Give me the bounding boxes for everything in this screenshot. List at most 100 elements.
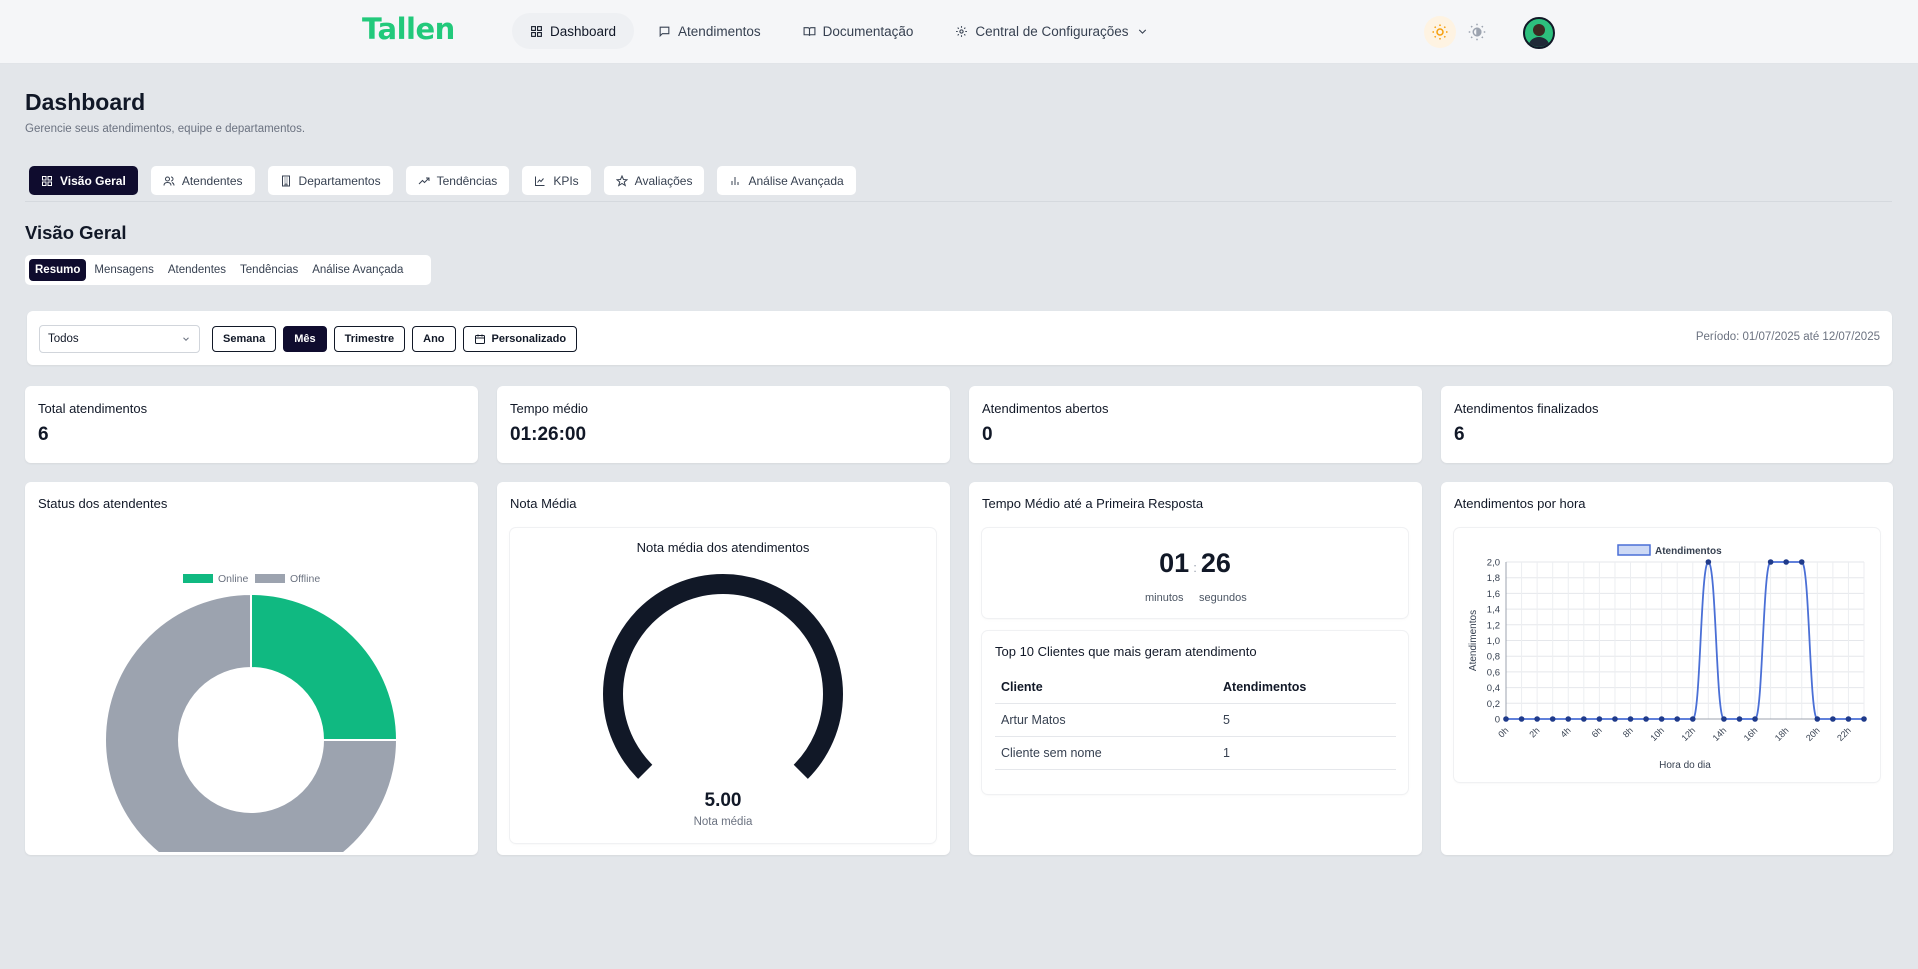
- data-point: [1736, 716, 1743, 722]
- subtab-tendencias[interactable]: Tendências: [234, 259, 304, 281]
- tempo-separator: :: [1193, 560, 1197, 575]
- stat-card-tempo-medio: Tempo médio 01:26:00: [497, 386, 950, 463]
- subtab-atendentes[interactable]: Atendentes: [162, 259, 232, 281]
- seconds-label: segundos: [1199, 592, 1247, 604]
- subtab-mensagens[interactable]: Mensagens: [88, 259, 159, 281]
- chevron-down-icon: [1138, 28, 1146, 34]
- section-title: Visão Geral: [25, 222, 127, 243]
- subtab-resumo[interactable]: Resumo: [29, 259, 87, 281]
- tempo-seconds: 26: [1200, 548, 1231, 578]
- nav-documentacao[interactable]: Documentação: [785, 13, 932, 49]
- period-mes-button[interactable]: Mês: [283, 326, 327, 352]
- y-tick-label: 0,8: [1487, 652, 1500, 663]
- top-clientes-title: Top 10 Clientes que mais geram atendimen…: [995, 644, 1257, 659]
- tab-label: Visão Geral: [60, 173, 126, 188]
- contrast-icon: [1468, 23, 1486, 41]
- period-range-text: Período: 01/07/2025 até 12/07/2025: [1695, 331, 1880, 343]
- data-point: [1674, 716, 1681, 722]
- stat-card-finalizados: Atendimentos finalizados 6: [1441, 386, 1893, 463]
- grid-icon: [42, 175, 52, 186]
- barchart-icon: [731, 176, 739, 185]
- main-nav: Dashboard Atendimentos Documentação Cent…: [512, 13, 1167, 49]
- subtab-analise-avancada[interactable]: Análise Avançada: [306, 259, 409, 281]
- tab-kpis[interactable]: KPIs: [522, 166, 591, 195]
- atendimentos-cell: 5: [1217, 703, 1396, 737]
- gauge-arc: [603, 574, 843, 779]
- nav-label: Atendimentos: [678, 23, 761, 39]
- dashboard-tabs: Visão Geral Atendentes Departamentos Ten…: [29, 166, 856, 195]
- stat-card-abertos: Atendimentos abertos 0: [969, 386, 1422, 463]
- brand-logo[interactable]: Tallen: [362, 12, 455, 46]
- top-clientes-panel: Top 10 Clientes que mais geram atendimen…: [982, 631, 1408, 794]
- data-point: [1798, 559, 1805, 565]
- data-point: [1643, 716, 1649, 722]
- data-point: [1627, 716, 1634, 722]
- data-point: [1767, 559, 1774, 565]
- nav-label: Dashboard: [550, 23, 617, 39]
- tab-label: Departamentos: [298, 173, 381, 188]
- y-tick-label: 1,4: [1487, 605, 1500, 616]
- nav-dashboard[interactable]: Dashboard: [512, 13, 635, 49]
- tempo-resposta-card: Tempo Médio até a Primeira Resposta 01:2…: [969, 482, 1422, 855]
- card-title: Nota Média: [510, 496, 577, 511]
- tab-atendentes[interactable]: Atendentes: [150, 166, 255, 195]
- x-tick-label: 2h: [1527, 725, 1541, 739]
- period-trimestre-button[interactable]: Trimestre: [333, 326, 406, 352]
- grid-icon: [531, 25, 542, 37]
- data-point: [1783, 559, 1789, 565]
- period-ano-button[interactable]: Ano: [412, 326, 456, 352]
- period-semana-button[interactable]: Semana: [212, 326, 277, 352]
- cliente-cell: Artur Matos: [995, 703, 1217, 737]
- department-select[interactable]: Todos: [39, 325, 200, 353]
- period-personalizado-button[interactable]: Personalizado: [462, 326, 578, 352]
- tab-label: KPIs: [553, 173, 579, 188]
- light-theme-button[interactable]: [1424, 16, 1456, 48]
- data-point: [1830, 716, 1836, 722]
- tab-analise-avancada[interactable]: Análise Avançada: [717, 166, 856, 195]
- card-title: Tempo Médio até a Primeira Resposta: [982, 496, 1204, 511]
- stat-value: 01:26:00: [510, 424, 587, 445]
- x-tick-label: 22h: [1835, 725, 1853, 743]
- top-bar: Tallen Dashboard Atendimentos Documentaç…: [0, 0, 1918, 64]
- nav-label: Central de Configurações: [975, 23, 1129, 39]
- data-point: [1721, 716, 1727, 722]
- card-title: Status dos atendentes: [38, 496, 168, 511]
- chevron-down-icon: [183, 337, 189, 341]
- x-tick-label: 0h: [1496, 725, 1510, 739]
- stat-value: 6: [1454, 424, 1465, 445]
- x-tick-label: 10h: [1648, 725, 1666, 743]
- stat-label: Atendimentos abertos: [982, 401, 1109, 416]
- data-point: [1814, 716, 1821, 722]
- status-pie-chart: Online Offline: [104, 573, 399, 852]
- y-tick-label: 2,0: [1487, 558, 1500, 569]
- tab-visao-geral[interactable]: Visão Geral: [29, 166, 138, 195]
- top-clientes-table: Cliente Atendimentos Artur Matos 5 Clien…: [995, 671, 1396, 770]
- star-icon: [615, 174, 628, 187]
- tab-departamentos[interactable]: Departamentos: [267, 166, 393, 195]
- stat-label: Total atendimentos: [38, 401, 148, 416]
- x-tick-label: 4h: [1559, 725, 1573, 739]
- y-tick-label: 0,4: [1487, 683, 1500, 694]
- data-point: [1689, 716, 1696, 722]
- y-tick-label: 1,6: [1487, 589, 1500, 600]
- user-avatar[interactable]: [1523, 17, 1555, 49]
- card-title: Atendimentos por hora: [1454, 496, 1586, 511]
- dark-theme-button[interactable]: [1461, 16, 1493, 48]
- hora-chart-panel: 0 0,2 0,4 0,6 0,8 1,0 1,2 1,4 1,6 1,8 2,0 0h 2h 4h 6h 8…: [1454, 528, 1880, 782]
- data-point: [1596, 716, 1603, 722]
- y-tick-label: 1,2: [1487, 620, 1500, 631]
- hora-line-chart: 0 0,2 0,4 0,6 0,8 1,0 1,2 1,4 1,6 1,8 2,0 0h 2h 4h 6h 8…: [1468, 544, 1867, 771]
- tab-avaliacoes[interactable]: Avaliações: [603, 166, 705, 195]
- nav-atendimentos[interactable]: Atendimentos: [640, 13, 779, 49]
- chat-icon: [659, 26, 670, 37]
- button-label: Personalizado: [491, 333, 567, 345]
- tab-label: Avaliações: [634, 173, 693, 188]
- data-point: [1845, 716, 1852, 722]
- trend-icon: [418, 177, 430, 184]
- tab-label: Atendentes: [181, 173, 243, 188]
- user-icon: [1528, 24, 1550, 47]
- tab-tendencias[interactable]: Tendências: [405, 166, 510, 195]
- page-subtitle: Gerencie seus atendimentos, equipe e dep…: [25, 123, 306, 135]
- data-point: [1518, 716, 1525, 722]
- nav-configuracoes[interactable]: Central de Configurações: [937, 13, 1166, 49]
